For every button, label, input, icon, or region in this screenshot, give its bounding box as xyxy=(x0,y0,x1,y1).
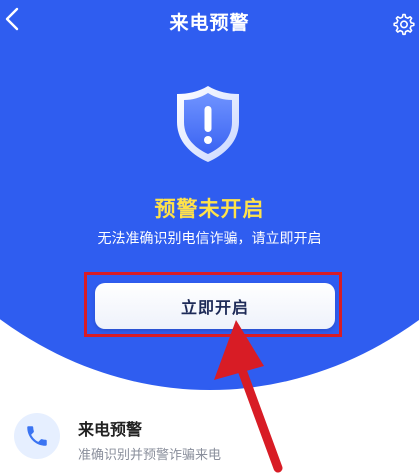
phone-icon xyxy=(27,426,47,446)
feature-title: 来电预警 xyxy=(78,420,143,439)
feature-subtitle: 准确识别并预警诈骗来电 xyxy=(78,448,222,463)
warning-status: 预警未开启 xyxy=(154,197,265,221)
gear-icon[interactable] xyxy=(391,12,415,36)
feature-list-item[interactable]: 来电预警 准确识别并预警诈骗来电 xyxy=(0,400,419,473)
phone-icon-badge xyxy=(14,413,60,459)
warning-description: 无法准确识别电信诈骗，请立即开启 xyxy=(97,231,322,247)
page-title: 来电预警 xyxy=(169,12,250,34)
shield-exclamation-icon xyxy=(177,86,239,162)
